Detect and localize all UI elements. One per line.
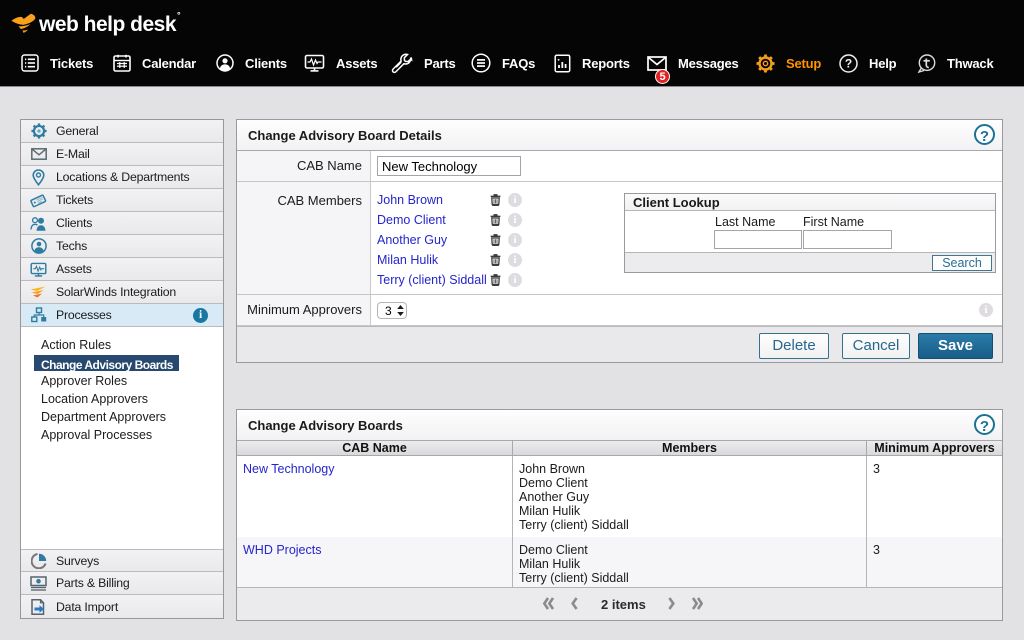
svg-text:?: ? bbox=[845, 56, 852, 70]
